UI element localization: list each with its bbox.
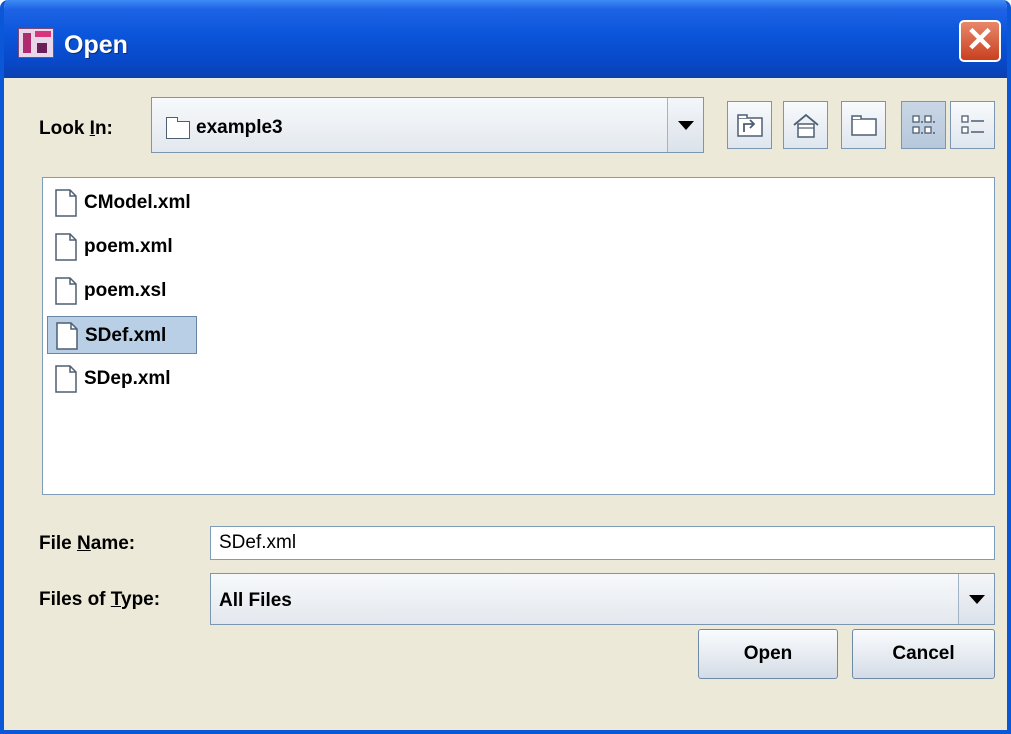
file-name-input[interactable]: [211, 527, 994, 559]
details-view-icon: [961, 115, 984, 134]
app-icon: [18, 28, 54, 58]
file-icon: [55, 233, 77, 261]
list-view-button[interactable]: [901, 101, 946, 149]
details-view-button[interactable]: [950, 101, 995, 149]
folder-icon: [166, 117, 190, 139]
open-button[interactable]: Open: [698, 629, 838, 679]
look-in-value: example3: [196, 117, 283, 138]
list-item[interactable]: CModel.xml: [47, 184, 225, 222]
file-icon: [56, 322, 78, 350]
file-icon: [55, 277, 77, 305]
list-item[interactable]: poem.xml: [47, 228, 207, 266]
list-item-selected[interactable]: SDef.xml: [47, 316, 197, 354]
look-in-combo[interactable]: example3: [151, 97, 704, 153]
list-view-icon: [912, 115, 935, 134]
file-name-label: poem.xsl: [84, 280, 167, 301]
home-icon: [793, 113, 819, 138]
list-item[interactable]: poem.xsl: [47, 272, 202, 310]
title-bar[interactable]: Open ✕: [4, 0, 1007, 78]
new-folder-icon: [851, 115, 877, 136]
close-button[interactable]: ✕: [959, 20, 1001, 62]
chevron-down-icon[interactable]: [958, 574, 994, 624]
file-name-field[interactable]: [210, 526, 995, 560]
file-type-label: Files of Type:: [39, 589, 161, 610]
file-list[interactable]: CModel.xml poem.xml poem.xsl SDef.xml SD…: [42, 177, 995, 495]
new-folder-button[interactable]: [841, 101, 886, 149]
list-item[interactable]: SDep.xml: [47, 360, 202, 398]
cancel-button[interactable]: Cancel: [852, 629, 995, 679]
file-name-label: CModel.xml: [84, 192, 191, 213]
open-dialog: Open ✕ Look In: example3 CModel.xml poem…: [0, 0, 1011, 734]
window-title: Open: [64, 31, 128, 59]
chevron-down-icon[interactable]: [667, 98, 703, 152]
file-icon: [55, 365, 77, 393]
file-name-field-label: File Name:: [39, 533, 136, 554]
folder-up-icon: [737, 114, 763, 137]
up-one-level-button[interactable]: [727, 101, 772, 149]
look-in-label: Look In:: [39, 118, 113, 139]
file-name-label: poem.xml: [84, 236, 173, 257]
file-type-combo[interactable]: All Files: [210, 573, 995, 625]
file-icon: [55, 189, 77, 217]
home-button[interactable]: [783, 101, 828, 149]
file-name-label: SDep.xml: [84, 368, 171, 389]
close-icon: ✕: [965, 21, 995, 59]
file-type-value: All Files: [219, 590, 292, 611]
file-name-label: SDef.xml: [85, 325, 167, 346]
